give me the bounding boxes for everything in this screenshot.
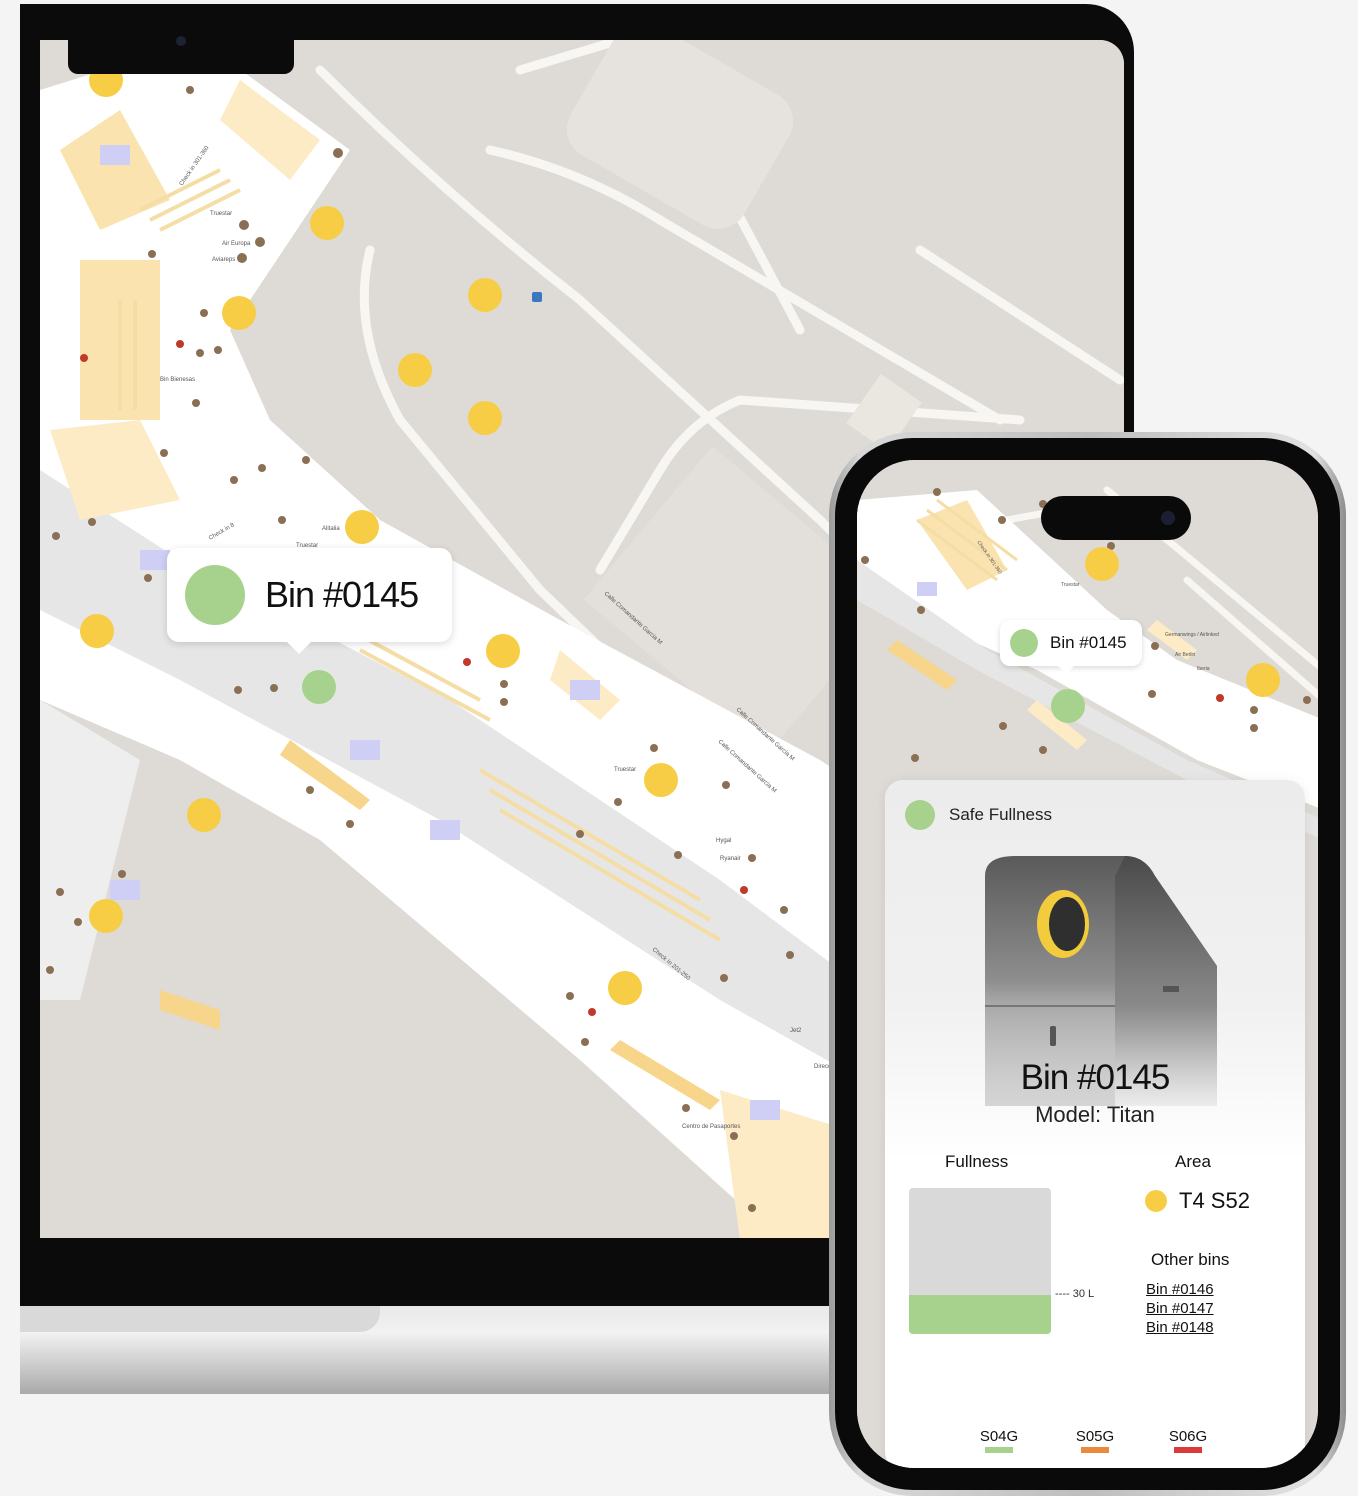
legend-item[interactable]: S05G	[1065, 1428, 1125, 1453]
fullness-gauge	[909, 1188, 1051, 1334]
legend-item[interactable]: S04G	[969, 1428, 1029, 1453]
selected-bin-marker	[302, 670, 336, 704]
phone-selected-bin-marker	[1051, 689, 1085, 723]
map-label-aviareps: Aviareps	[212, 257, 235, 263]
status-row: Safe Fullness	[905, 800, 1052, 830]
fullness-label: Fullness	[945, 1152, 1009, 1171]
phone-bin-popup-label: Bin #0145	[1050, 633, 1127, 652]
phone-map-label-iberia: Iberia	[1197, 666, 1210, 672]
phone-frame: Check in 301-360 Truestar Germanwings / …	[829, 432, 1346, 1496]
phone-screen: Check in 301-360 Truestar Germanwings / …	[857, 460, 1318, 1468]
status-text: Safe Fullness	[949, 805, 1052, 824]
other-bins-list: Bin #0146 Bin #0147 Bin #0148	[1146, 1280, 1214, 1337]
area-row: T4 S52	[1145, 1188, 1250, 1214]
area-dot	[1145, 1190, 1167, 1212]
map-label-jet2: Jet2	[790, 1028, 802, 1034]
map-label-bin-bienesas: Bin Bienesas	[160, 377, 195, 383]
phone-bezel: Check in 301-360 Truestar Germanwings / …	[835, 438, 1340, 1490]
other-bin-link[interactable]: Bin #0147	[1146, 1299, 1214, 1318]
other-bin-link[interactable]: Bin #0148	[1146, 1318, 1214, 1337]
fullness-marker: ---- 30 L	[1055, 1288, 1095, 1300]
camera-icon	[176, 36, 186, 46]
map-label-ryanair: Ryanair	[720, 856, 741, 862]
other-bins-label: Other bins	[1151, 1250, 1230, 1269]
area-label: Area	[1175, 1152, 1211, 1171]
legend-swatch	[1081, 1447, 1109, 1453]
legend-label: S05G	[1075, 1428, 1115, 1445]
bin-popup[interactable]: Bin #0145	[167, 548, 452, 654]
bin-status-dot	[185, 565, 245, 625]
phone-bin-status-dot	[1010, 629, 1038, 657]
bin-model: Model: Titan	[1035, 1102, 1155, 1127]
legend-label: S04G	[979, 1428, 1019, 1445]
dynamic-island	[1041, 496, 1191, 540]
map-label-truestar-3: Truestar	[614, 767, 636, 773]
front-camera-icon	[1161, 511, 1175, 525]
map-label-truestar-1: Truestar	[210, 211, 232, 217]
bin-title: Bin #0145	[1020, 1058, 1171, 1097]
bin-popup-label: Bin #0145	[265, 574, 419, 615]
fullness-fill	[909, 1294, 1051, 1334]
map-label-alitalia: Alitalia	[322, 526, 340, 532]
size-legend: S04G S05G S06G	[885, 1428, 1305, 1468]
map-label-pasaportes: Centro de Pasaportes	[682, 1124, 740, 1130]
phone-map-label-germanwings: Germanwings / Airlinked	[1165, 632, 1219, 638]
map-label-air-europa: Air Europa	[222, 241, 251, 247]
legend-label: S06G	[1168, 1428, 1208, 1445]
map-label-hygal: Hygal	[716, 838, 731, 844]
area-value: T4 S52	[1179, 1188, 1250, 1213]
legend-item[interactable]: S06G	[1158, 1428, 1218, 1453]
other-bin-link[interactable]: Bin #0146	[1146, 1280, 1214, 1299]
legend-swatch	[985, 1447, 1013, 1453]
phone-bin-popup[interactable]: Bin #0145	[1000, 620, 1142, 674]
legend-swatch	[1174, 1447, 1202, 1453]
bin-detail-card: Safe Fullness Bin #0145 Model: Titan Ful…	[885, 780, 1305, 1468]
phone-map-label-truestar: Truestar	[1061, 582, 1080, 588]
laptop-hinge	[20, 1306, 380, 1332]
phone-map-label-air-berlin: Air Berlin	[1175, 652, 1196, 658]
status-dot	[905, 800, 935, 830]
